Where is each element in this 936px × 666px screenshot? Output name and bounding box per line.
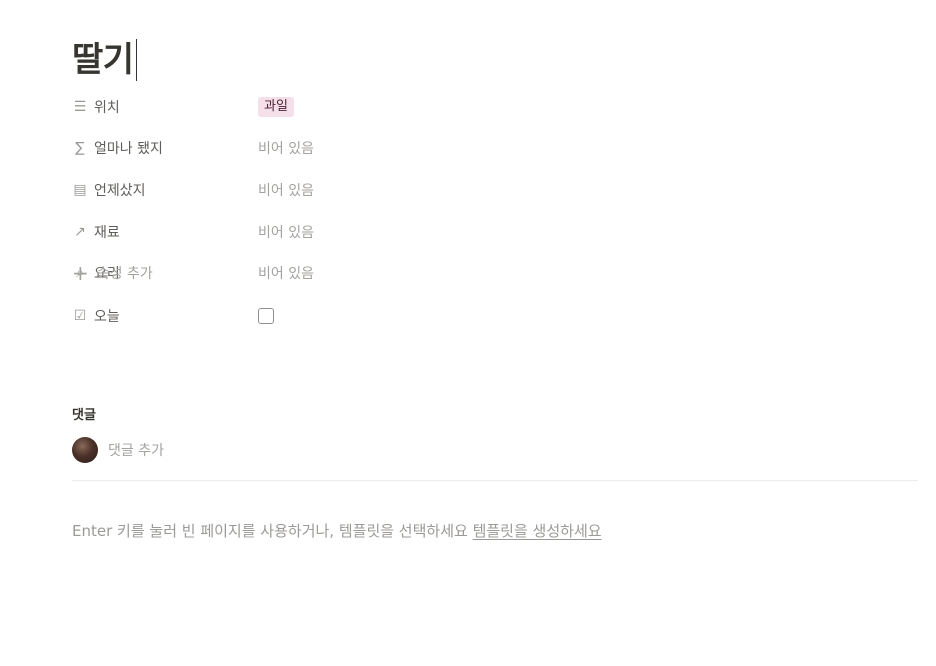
page-title[interactable]: 딸기 — [72, 36, 134, 84]
property-value-empty[interactable]: 비어 있음 — [258, 173, 314, 207]
page-title-block[interactable]: 딸기 — [72, 36, 137, 84]
today-checkbox[interactable] — [258, 308, 274, 324]
property-label: 얼마나 됐지 — [94, 141, 163, 157]
plus-icon: + — [72, 261, 89, 285]
property-row-recipe[interactable]: ⌕ 요리 비어 있음 — [72, 256, 920, 290]
property-key[interactable]: ∑ 얼마나 됐지 — [72, 131, 258, 165]
property-label: 언제샀지 — [94, 183, 146, 199]
property-key[interactable]: ▤ 언제샀지 — [72, 173, 258, 207]
property-row-ingredients[interactable]: ↗ 재료 비어 있음 — [72, 215, 920, 249]
comments-heading: 댓글 — [72, 408, 96, 423]
add-comment-row[interactable]: 댓글 추가 — [72, 436, 164, 464]
add-comment-input[interactable]: 댓글 추가 — [108, 440, 164, 460]
property-row-purchase-date[interactable]: ▤ 언제샀지 비어 있음 — [72, 173, 920, 207]
property-key[interactable]: ↗ 재료 — [72, 215, 258, 249]
property-value-empty[interactable]: 비어 있음 — [258, 215, 314, 249]
text-cursor — [135, 39, 137, 81]
empty-page-hint: Enter 키를 눌러 빈 페이지를 사용하거나, 템플릿을 선택하세요 템플릿… — [72, 520, 602, 541]
property-label: 위치 — [94, 100, 120, 116]
property-row-age[interactable]: ∑ 얼마나 됐지 비어 있음 — [72, 131, 920, 165]
add-property-label: 속성 추가 — [96, 266, 153, 282]
property-value[interactable]: 과일 — [258, 90, 294, 124]
select-tag[interactable]: 과일 — [258, 97, 294, 117]
calendar-icon: ▤ — [73, 182, 87, 198]
hint-text: Enter 키를 눌러 빈 페이지를 사용하거나, 템플릿을 선택하세요 — [72, 522, 473, 540]
avatar — [72, 437, 98, 463]
list-icon: ☰ — [73, 99, 87, 115]
property-key[interactable]: ☑ 오늘 — [72, 299, 258, 333]
create-template-link[interactable]: 템플릿을 생성하세요 — [473, 522, 602, 540]
property-value-empty[interactable]: 비어 있음 — [258, 256, 314, 290]
property-key[interactable]: ☰ 위치 — [72, 90, 258, 124]
relation-arrow-icon: ↗ — [74, 224, 86, 240]
property-row-today[interactable]: ☑ 오늘 — [72, 299, 920, 333]
property-label: 오늘 — [94, 309, 120, 325]
checkbox-icon: ☑ — [73, 308, 87, 324]
property-row-location[interactable]: ☰ 위치 과일 — [72, 90, 920, 124]
add-property-button[interactable]: + 속성 추가 — [72, 256, 153, 290]
divider — [72, 480, 918, 481]
property-value[interactable] — [258, 299, 274, 333]
property-label: 재료 — [94, 225, 120, 241]
property-value-empty[interactable]: 비어 있음 — [258, 131, 314, 165]
sigma-icon: ∑ — [75, 140, 85, 156]
